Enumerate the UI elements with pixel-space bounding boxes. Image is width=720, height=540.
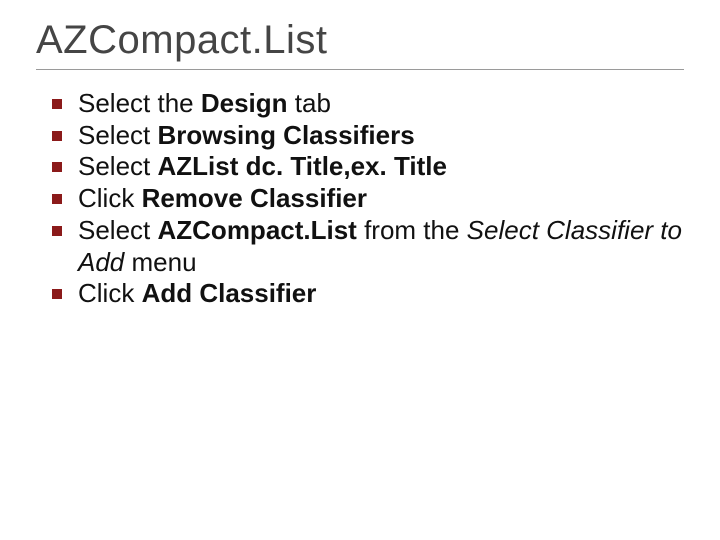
- text-run: Click: [78, 183, 142, 213]
- list-item: Click Add Classifier: [52, 278, 684, 310]
- text-run: Select: [78, 215, 158, 245]
- list-item: Select AZCompact.List from the Select Cl…: [52, 215, 684, 278]
- list-item: Click Remove Classifier: [52, 183, 684, 215]
- text-run: Click: [78, 278, 142, 308]
- text-run: menu: [124, 247, 196, 277]
- text-run: Design: [201, 88, 288, 118]
- text-run: Select the: [78, 88, 201, 118]
- text-run: Select: [78, 120, 158, 150]
- title-rule: [36, 69, 684, 70]
- text-run: AZList dc. Title,ex. Title: [158, 151, 447, 181]
- text-run: Select: [78, 151, 158, 181]
- bullet-list: Select the Design tab Select Browsing Cl…: [36, 88, 684, 310]
- list-item: Select Browsing Classifiers: [52, 120, 684, 152]
- text-run: Add Classifier: [142, 278, 317, 308]
- list-item: Select the Design tab: [52, 88, 684, 120]
- text-run: from the: [357, 215, 467, 245]
- list-item: Select AZList dc. Title,ex. Title: [52, 151, 684, 183]
- slide: AZCompact.List Select the Design tab Sel…: [0, 0, 720, 540]
- slide-title: AZCompact.List: [36, 18, 684, 63]
- text-run: AZCompact.List: [158, 215, 357, 245]
- text-run: tab: [288, 88, 331, 118]
- text-run: Browsing Classifiers: [158, 120, 415, 150]
- text-run: Remove Classifier: [142, 183, 367, 213]
